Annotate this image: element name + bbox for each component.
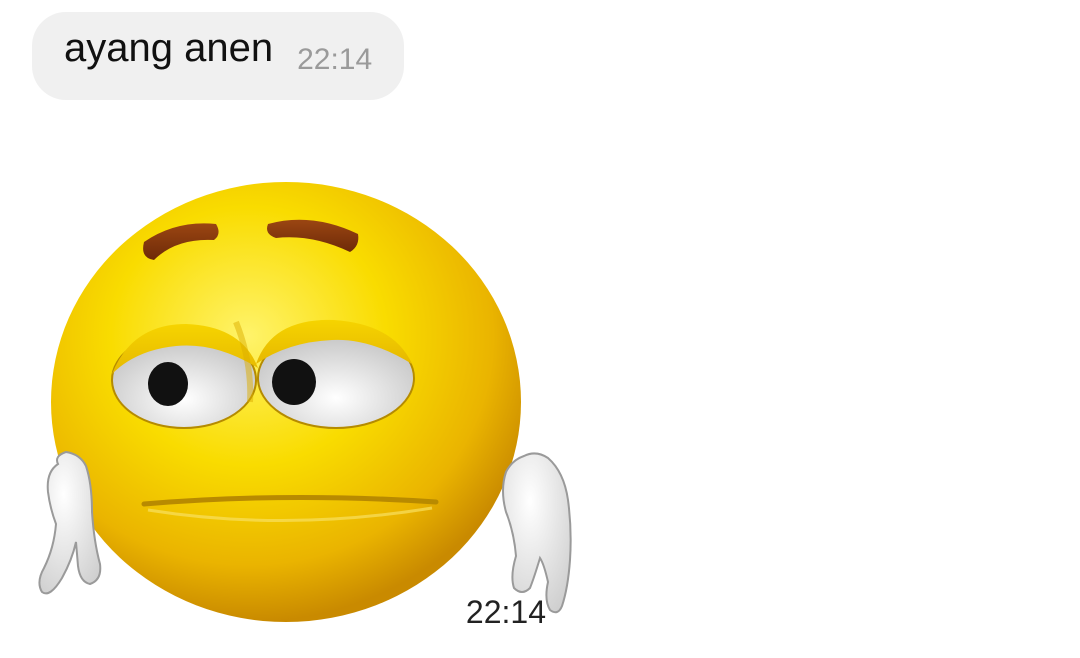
- sad-emoji-sticker-icon: [38, 182, 572, 622]
- chat-thread: ayang anen 22:14 22:14: [0, 0, 1080, 658]
- sticker-message[interactable]: 22:14: [36, 112, 576, 647]
- right-glove: [502, 452, 572, 614]
- message-bubble[interactable]: ayang anen 22:14: [32, 12, 405, 100]
- message-timestamp: 22:14: [297, 43, 373, 76]
- message-text: ayang anen: [64, 25, 274, 70]
- sticker-timestamp: 22:14: [465, 594, 546, 630]
